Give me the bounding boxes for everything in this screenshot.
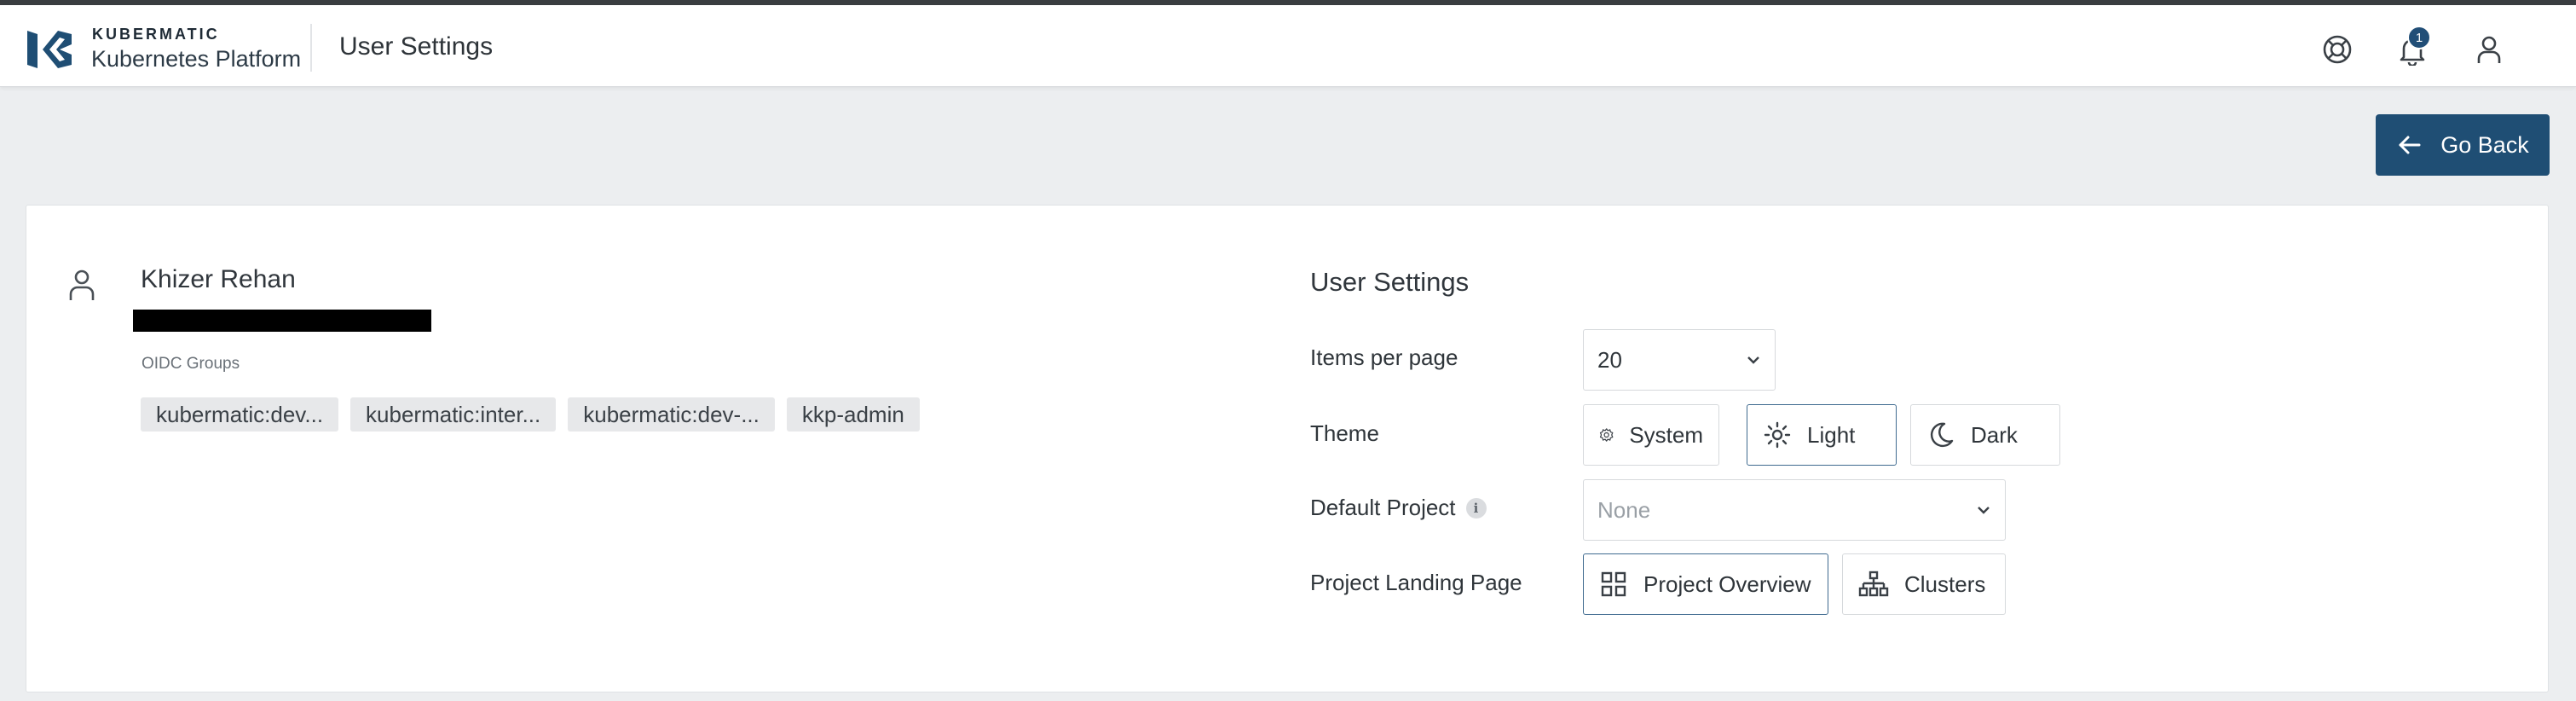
help-icon[interactable] bbox=[2319, 31, 2356, 68]
user-name: Khizer Rehan bbox=[141, 265, 296, 293]
oidc-groups-label: OIDC Groups bbox=[142, 355, 240, 373]
page-title: User Settings bbox=[339, 32, 494, 61]
user-icon bbox=[69, 269, 95, 300]
toolbar-divider bbox=[310, 24, 312, 72]
theme-dark-button[interactable]: Dark bbox=[1910, 404, 2060, 466]
app-toolbar: KUBERMATIC Kubernetes Platform User Sett… bbox=[0, 5, 2576, 87]
settings-title: User Settings bbox=[1310, 267, 1470, 297]
go-back-button[interactable]: Go Back bbox=[2376, 114, 2550, 176]
go-back-label: Go Back bbox=[2440, 131, 2529, 158]
account-icon[interactable] bbox=[2470, 31, 2508, 68]
theme-label: Theme bbox=[1310, 420, 1379, 447]
landing-clusters-button[interactable]: Clusters bbox=[1842, 553, 2006, 615]
oidc-group-chip[interactable]: kubermatic:dev... bbox=[141, 397, 339, 432]
sun-icon bbox=[1764, 421, 1791, 449]
landing-page-text: Project Landing Page bbox=[1310, 570, 1522, 595]
oidc-group-chip[interactable]: kkp-admin bbox=[786, 397, 920, 432]
settings-card bbox=[26, 205, 2549, 692]
default-project-text: Default Project bbox=[1310, 495, 1456, 520]
oidc-groups-list: kubermatic:dev... kubermatic:inter... ku… bbox=[141, 397, 920, 432]
moon-icon bbox=[1930, 422, 1954, 448]
grid-icon bbox=[1601, 571, 1626, 597]
theme-dark-label: Dark bbox=[1971, 421, 2018, 448]
theme-light-label: Light bbox=[1807, 421, 1856, 448]
notification-badge: 1 bbox=[2407, 26, 2431, 49]
arrow-left-icon bbox=[2399, 136, 2421, 154]
redacted-email bbox=[133, 310, 431, 332]
default-project-placeholder: None bbox=[1597, 496, 1651, 523]
default-project-label: Default Project i bbox=[1310, 495, 1487, 521]
gear-icon bbox=[1599, 428, 1614, 442]
chevron-down-icon bbox=[1747, 356, 1759, 364]
items-per-page-label: Items per page bbox=[1310, 345, 1458, 371]
info-icon[interactable]: i bbox=[1465, 497, 1487, 519]
landing-clusters-label: Clusters bbox=[1904, 571, 1986, 597]
items-per-page-select[interactable]: 20 bbox=[1583, 329, 1776, 391]
oidc-group-chip[interactable]: kubermatic:dev-... bbox=[568, 397, 775, 432]
landing-project-overview-label: Project Overview bbox=[1643, 571, 1811, 597]
theme-system-label: System bbox=[1629, 421, 1703, 448]
landing-project-overview-button[interactable]: Project Overview bbox=[1583, 553, 1828, 615]
brand-name: KUBERMATIC bbox=[92, 26, 220, 43]
theme-light-button[interactable]: Light bbox=[1747, 404, 1897, 466]
chevron-down-icon bbox=[1978, 507, 1990, 514]
hierarchy-icon bbox=[1858, 571, 1889, 597]
kubermatic-logo[interactable] bbox=[24, 26, 75, 73]
oidc-group-chip[interactable]: kubermatic:inter... bbox=[350, 397, 557, 432]
theme-text: Theme bbox=[1310, 420, 1379, 446]
items-per-page-text: Items per page bbox=[1310, 345, 1458, 370]
brand-subtitle: Kubernetes Platform bbox=[91, 46, 302, 72]
landing-page-label: Project Landing Page bbox=[1310, 570, 1522, 596]
theme-system-button[interactable]: System bbox=[1583, 404, 1719, 466]
default-project-select[interactable]: None bbox=[1583, 479, 2006, 541]
items-per-page-value: 20 bbox=[1597, 346, 1622, 373]
